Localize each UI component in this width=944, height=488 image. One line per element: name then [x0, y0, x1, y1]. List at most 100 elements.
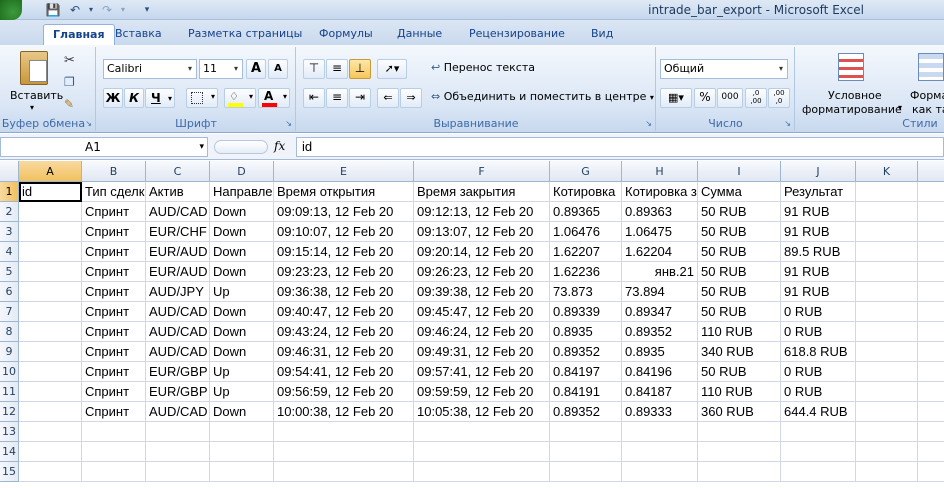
- cell-e6[interactable]: 09:36:38, 12 Feb 20: [274, 282, 414, 302]
- cell-g13[interactable]: [550, 422, 622, 442]
- cell-d14[interactable]: [210, 442, 274, 462]
- cell-f5[interactable]: 09:26:23, 12 Feb 20: [414, 262, 550, 282]
- cell-d1[interactable]: Направле: [210, 182, 274, 202]
- cell-f3[interactable]: 09:13:07, 12 Feb 20: [414, 222, 550, 242]
- tab-ribbon-3[interactable]: Формулы: [310, 24, 382, 45]
- tab-ribbon-6[interactable]: Вид: [582, 24, 622, 45]
- row-header[interactable]: 2: [0, 202, 19, 222]
- conditional-formatting-label-1[interactable]: Условное: [828, 89, 882, 102]
- copy-icon[interactable]: ❐: [64, 75, 75, 89]
- cell-j12[interactable]: 644.4 RUB: [781, 402, 856, 422]
- cell-b9[interactable]: Спринт: [82, 342, 146, 362]
- cell-c11[interactable]: EUR/GBP: [146, 382, 210, 402]
- cell-h10[interactable]: 0.84196: [622, 362, 698, 382]
- cell-a8[interactable]: [19, 322, 82, 342]
- row-header[interactable]: 4: [0, 242, 19, 262]
- align-center-button[interactable]: ≡: [326, 88, 348, 108]
- cell-b5[interactable]: Спринт: [82, 262, 146, 282]
- cell-e13[interactable]: [274, 422, 414, 442]
- cell-g3[interactable]: 1.06476: [550, 222, 622, 242]
- cell-b8[interactable]: Спринт: [82, 322, 146, 342]
- cell-k14[interactable]: [856, 442, 918, 462]
- row-header[interactable]: 1: [0, 182, 19, 202]
- cell-f6[interactable]: 09:39:38, 12 Feb 20: [414, 282, 550, 302]
- cell-overflow[interactable]: [918, 462, 944, 482]
- row-header[interactable]: 11: [0, 382, 19, 402]
- cell-e1[interactable]: Время открытия: [274, 182, 414, 202]
- cell-b15[interactable]: [82, 462, 146, 482]
- borders-dropdown-icon[interactable]: ▾: [211, 92, 215, 101]
- italic-button[interactable]: К: [124, 88, 144, 108]
- cell-j13[interactable]: [781, 422, 856, 442]
- cell-overflow[interactable]: [918, 382, 944, 402]
- cell-f15[interactable]: [414, 462, 550, 482]
- number-format-box[interactable]: Общий ▾: [660, 59, 788, 79]
- cell-h11[interactable]: 0.84187: [622, 382, 698, 402]
- grow-font-button[interactable]: A: [246, 59, 266, 79]
- cell-k11[interactable]: [856, 382, 918, 402]
- select-all-corner[interactable]: [0, 161, 19, 182]
- cell-e3[interactable]: 09:10:07, 12 Feb 20: [274, 222, 414, 242]
- cell-i1[interactable]: Сумма: [698, 182, 781, 202]
- cell-j1[interactable]: Результат: [781, 182, 856, 202]
- cell-g14[interactable]: [550, 442, 622, 462]
- cell-a12[interactable]: [19, 402, 82, 422]
- row-header[interactable]: 10: [0, 362, 19, 382]
- cell-b14[interactable]: [82, 442, 146, 462]
- cell-k4[interactable]: [856, 242, 918, 262]
- fill-color-dropdown-icon[interactable]: ▾: [249, 92, 253, 101]
- cell-e8[interactable]: 09:43:24, 12 Feb 20: [274, 322, 414, 342]
- number-launcher-icon[interactable]: ↘: [784, 119, 791, 128]
- cell-g7[interactable]: 0.89339: [550, 302, 622, 322]
- cell-b13[interactable]: [82, 422, 146, 442]
- tab-ribbon-1[interactable]: Вставка: [106, 24, 171, 45]
- cell-d3[interactable]: Down: [210, 222, 274, 242]
- cell-b11[interactable]: Спринт: [82, 382, 146, 402]
- cell-d9[interactable]: Down: [210, 342, 274, 362]
- cell-overflow[interactable]: [918, 422, 944, 442]
- cell-f7[interactable]: 09:45:47, 12 Feb 20: [414, 302, 550, 322]
- paste-dropdown-icon[interactable]: ▾: [30, 103, 34, 112]
- format-as-table-icon[interactable]: [918, 53, 944, 81]
- cell-k8[interactable]: [856, 322, 918, 342]
- cell-j4[interactable]: 89.5 RUB: [781, 242, 856, 262]
- cell-d4[interactable]: Down: [210, 242, 274, 262]
- cell-i2[interactable]: 50 RUB: [698, 202, 781, 222]
- column-header-k[interactable]: K: [856, 161, 918, 182]
- cell-g9[interactable]: 0.89352: [550, 342, 622, 362]
- cell-i14[interactable]: [698, 442, 781, 462]
- cell-c12[interactable]: AUD/CAD: [146, 402, 210, 422]
- cell-e4[interactable]: 09:15:14, 12 Feb 20: [274, 242, 414, 262]
- cell-overflow[interactable]: [918, 342, 944, 362]
- align-bottom-button[interactable]: ⊥: [349, 59, 371, 79]
- cell-i6[interactable]: 50 RUB: [698, 282, 781, 302]
- cell-g11[interactable]: 0.84191: [550, 382, 622, 402]
- cell-b3[interactable]: Спринт: [82, 222, 146, 242]
- cell-f10[interactable]: 09:57:41, 12 Feb 20: [414, 362, 550, 382]
- format-painter-icon[interactable]: ✎: [64, 97, 74, 111]
- cell-a3[interactable]: [19, 222, 82, 242]
- wrap-text-button[interactable]: ↩ Перенос текста: [431, 61, 535, 79]
- cell-g10[interactable]: 0.84197: [550, 362, 622, 382]
- align-right-button[interactable]: ⇥: [349, 88, 371, 108]
- cell-overflow[interactable]: [918, 262, 944, 282]
- cell-f2[interactable]: 09:12:13, 12 Feb 20: [414, 202, 550, 222]
- cell-j5[interactable]: 91 RUB: [781, 262, 856, 282]
- cell-d2[interactable]: Down: [210, 202, 274, 222]
- cell-h13[interactable]: [622, 422, 698, 442]
- cell-k13[interactable]: [856, 422, 918, 442]
- cell-k15[interactable]: [856, 462, 918, 482]
- cell-a5[interactable]: [19, 262, 82, 282]
- cell-k10[interactable]: [856, 362, 918, 382]
- cell-k5[interactable]: [856, 262, 918, 282]
- cell-j2[interactable]: 91 RUB: [781, 202, 856, 222]
- cell-c9[interactable]: AUD/CAD: [146, 342, 210, 362]
- currency-button[interactable]: ▦▾: [660, 88, 692, 108]
- cell-e15[interactable]: [274, 462, 414, 482]
- cell-i15[interactable]: [698, 462, 781, 482]
- cell-b6[interactable]: Спринт: [82, 282, 146, 302]
- cell-c13[interactable]: [146, 422, 210, 442]
- cell-k12[interactable]: [856, 402, 918, 422]
- cell-b10[interactable]: Спринт: [82, 362, 146, 382]
- tab-home[interactable]: Главная: [43, 24, 115, 45]
